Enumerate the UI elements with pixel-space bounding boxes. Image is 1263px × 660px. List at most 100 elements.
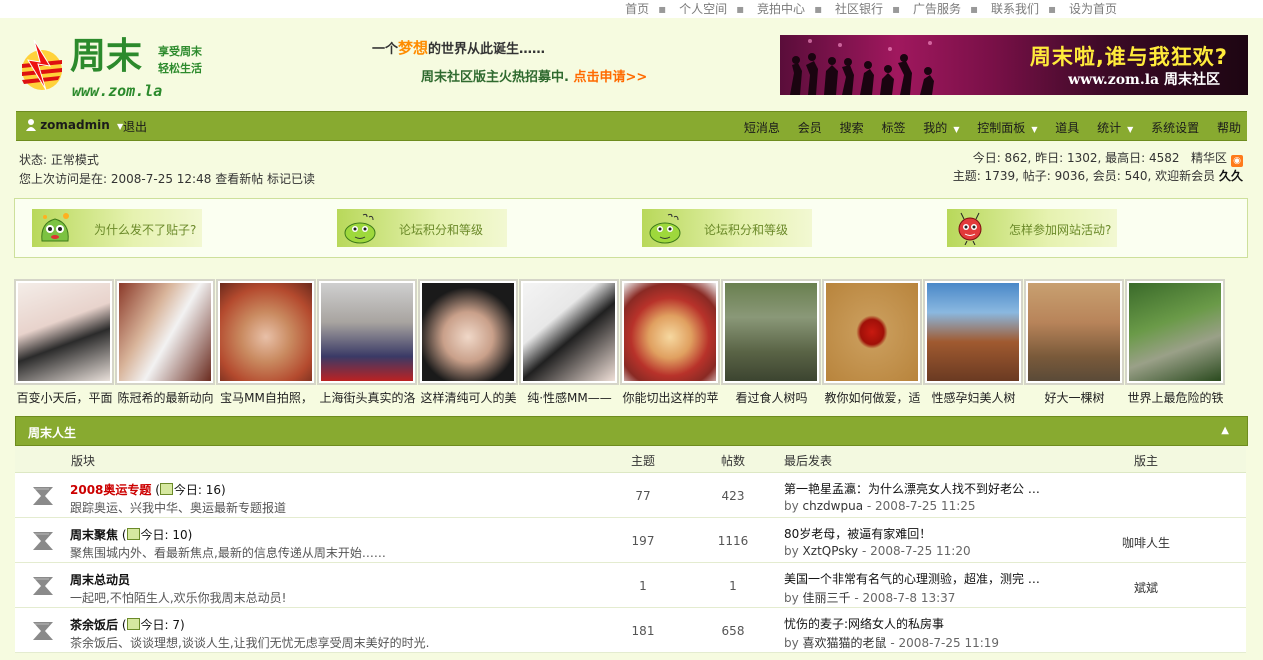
apply-link[interactable]: 点击申请>> xyxy=(573,70,647,85)
photo-thumb[interactable] xyxy=(418,279,518,385)
col-last-post: 最后发表 xyxy=(784,454,833,468)
last-post-title[interactable]: 美国一个非常有名气的心理测验，超准，测完 … xyxy=(784,570,1040,587)
photo-image xyxy=(1129,283,1221,381)
nav-help[interactable]: 帮助 xyxy=(1217,121,1241,135)
forum-title-line: 周末总动员 xyxy=(70,571,130,588)
view-new-link[interactable]: 查看新帖 xyxy=(215,172,263,186)
photo-thumb[interactable] xyxy=(14,279,114,385)
photo-thumb[interactable] xyxy=(620,279,720,385)
nav-settings[interactable]: 系统设置 xyxy=(1151,121,1199,135)
photo-caption[interactable]: 这样清纯可人的美 xyxy=(418,389,519,406)
mark-read-link[interactable]: 标记已读 xyxy=(267,172,315,186)
forum-title-line: 周末聚焦 (今日: 10) xyxy=(70,528,193,542)
collapse-icon[interactable]: ▲ xyxy=(1221,425,1229,436)
photo-caption[interactable]: 上海街头真实的洛 xyxy=(317,389,418,406)
by-label: by xyxy=(784,636,799,650)
top-link-contact[interactable]: 联系我们 xyxy=(991,2,1039,16)
photo-caption[interactable]: 纯·性感MM—— xyxy=(519,389,620,406)
user-icon xyxy=(26,119,36,131)
forum-title-line: 2008奥运专题 (今日: 16) xyxy=(70,483,226,497)
nav-tags[interactable]: 标签 xyxy=(881,121,905,135)
digest-link[interactable]: 精华区 xyxy=(1191,151,1227,165)
photo-caption[interactable]: 世界上最危险的铁 xyxy=(1125,389,1226,406)
photo-thumb[interactable] xyxy=(1024,279,1124,385)
last-post-author[interactable]: 喜欢猫猫的老鼠 xyxy=(803,636,887,650)
forum-name[interactable]: 2008奥运专题 xyxy=(70,483,151,497)
photo-image xyxy=(624,283,716,381)
top-link-ads[interactable]: 广告服务 xyxy=(913,2,961,16)
chevron-down-icon[interactable]: ▼ xyxy=(953,125,959,134)
photo-thumb[interactable] xyxy=(822,279,922,385)
photo-thumb[interactable] xyxy=(519,279,619,385)
photo-thumb[interactable] xyxy=(115,279,215,385)
top-link-home[interactable]: 首页 xyxy=(625,2,649,16)
last-post-title[interactable]: 忧伤的麦子:网络女人的私房事 xyxy=(784,615,944,632)
forum-name[interactable]: 周末聚焦 xyxy=(70,528,118,542)
photo-thumb[interactable] xyxy=(721,279,821,385)
col-topics: 主题 xyxy=(631,454,656,468)
forum-posts: 1116 xyxy=(717,534,749,548)
forum-moderator[interactable]: 咖啡人生 xyxy=(1095,534,1197,551)
nav-stats[interactable]: 统计 xyxy=(1097,121,1121,135)
chevron-down-icon[interactable]: ▼ xyxy=(1031,125,1037,134)
tip-text[interactable]: 为什么发不了贴子? xyxy=(94,221,196,238)
photo-caption[interactable]: 性感孕妇美人树 xyxy=(923,389,1024,406)
last-post-author[interactable]: chzdwpua xyxy=(803,499,864,513)
photo-thumb[interactable] xyxy=(923,279,1023,385)
tip-text[interactable]: 怎样参加网站活动? xyxy=(1009,221,1111,238)
last-post-author[interactable]: XztQPsky xyxy=(803,544,859,558)
forum-moderator[interactable]: 斌斌 xyxy=(1095,579,1197,596)
main-navbar: zomadmin ▼ 退出 短消息 会员 搜索 标签 我的 ▼ 控制面板 ▼ 道具 … xyxy=(16,111,1247,141)
slogan-pre: 一个 xyxy=(372,42,399,57)
forum-topics: 181 xyxy=(631,624,655,638)
forum-topics: 77 xyxy=(635,489,651,503)
tip-item[interactable]: 论坛积分和等级 xyxy=(642,209,812,247)
tip-text[interactable]: 论坛积分和等级 xyxy=(704,221,788,238)
logout-link[interactable]: 退出 xyxy=(123,118,147,135)
last-post-meta: by 佳丽三千 - 2008-7-8 13:37 xyxy=(784,589,955,606)
green-bug-icon xyxy=(649,213,681,244)
last-post-title[interactable]: 第一艳星孟瀛：为什么漂亮女人找不到好老公 … xyxy=(784,480,1040,497)
photo-caption[interactable]: 教你如何做爱，适 xyxy=(822,389,923,406)
nav-members[interactable]: 会员 xyxy=(798,121,822,135)
nav-search[interactable]: 搜索 xyxy=(840,121,864,135)
forum-name[interactable]: 周末总动员 xyxy=(70,573,130,587)
newest-member[interactable]: 久久 xyxy=(1219,169,1243,183)
photo-caption[interactable]: 看过食人树吗 xyxy=(721,389,822,406)
photo-caption[interactable]: 百变小天后，平面 xyxy=(14,389,115,406)
green-alien-icon xyxy=(41,213,69,242)
user-menu[interactable]: zomadmin ▼ xyxy=(26,118,123,132)
top-link-auction[interactable]: 竞拍中心 xyxy=(757,2,805,16)
top-link-bank[interactable]: 社区银行 xyxy=(835,2,883,16)
banner-subtitle: www.zom.la 周末社区 xyxy=(1068,72,1220,88)
photo-thumb[interactable] xyxy=(216,279,316,385)
tip-text[interactable]: 论坛积分和等级 xyxy=(399,221,483,238)
site-logo[interactable]: 周末 享受周末 轻松生活 www.zom.la xyxy=(16,26,216,102)
photo-thumb[interactable] xyxy=(1125,279,1225,385)
top-link-sethome[interactable]: 设为首页 xyxy=(1069,2,1117,16)
category-title[interactable]: 周末人生 xyxy=(28,424,76,441)
nav-tools[interactable]: 道具 xyxy=(1055,121,1079,135)
ad-banner[interactable]: 周末啦,谁与我狂欢? www.zom.la 周末社区 xyxy=(780,35,1248,95)
tip-item[interactable]: 怎样参加网站活动? xyxy=(947,209,1117,247)
photo-thumb[interactable] xyxy=(317,279,417,385)
chevron-down-icon[interactable]: ▼ xyxy=(1127,125,1133,134)
top-link-space[interactable]: 个人空间 xyxy=(679,2,727,16)
rss-icon[interactable]: ◉ xyxy=(1231,155,1243,167)
nav-mine[interactable]: 我的 xyxy=(923,121,947,135)
last-post-author[interactable]: 佳丽三千 xyxy=(803,591,851,605)
photo-caption[interactable]: 宝马MM自拍照， xyxy=(216,389,317,406)
nav-control-panel[interactable]: 控制面板 xyxy=(977,121,1025,135)
nav-messages[interactable]: 短消息 xyxy=(744,121,780,135)
username[interactable]: zomadmin xyxy=(40,118,110,132)
tip-item[interactable]: 为什么发不了贴子? xyxy=(32,209,202,247)
tip-item[interactable]: 论坛积分和等级 xyxy=(337,209,507,247)
photo-caption[interactable]: 好大一棵树 xyxy=(1024,389,1125,406)
last-post-title[interactable]: 80岁老母，被逼有家难回！ xyxy=(784,525,931,542)
photo-image xyxy=(220,283,312,381)
status-mode[interactable]: 正常模式 xyxy=(51,153,99,167)
forum-name[interactable]: 茶余饭后 xyxy=(70,618,118,632)
photo-caption[interactable]: 你能切出这样的苹 xyxy=(620,389,721,406)
photo-caption[interactable]: 陈冠希的最新动向 xyxy=(115,389,216,406)
forum-desc: 跟踪奥运、兴我中华、奥运最新专题报道 xyxy=(70,501,287,515)
